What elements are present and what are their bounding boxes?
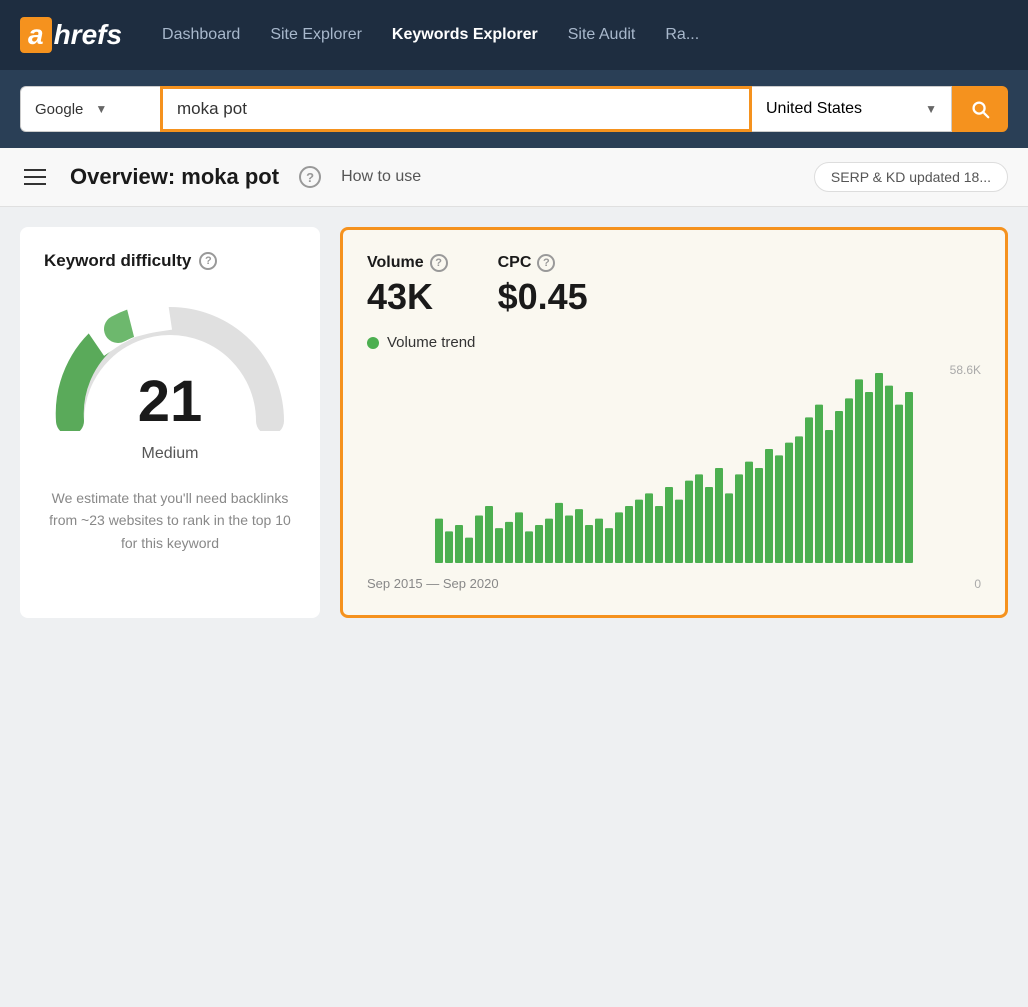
cards-row: Keyword difficulty ? [20, 227, 1008, 618]
logo[interactable]: a hrefs [20, 17, 122, 53]
search-icon [969, 98, 991, 120]
kd-description: We estimate that you'll need backlinks f… [44, 487, 296, 554]
volume-help-icon[interactable]: ? [430, 254, 448, 272]
help-icon[interactable]: ? [299, 166, 321, 188]
page-title: Overview: moka pot [70, 164, 279, 190]
kd-label: Medium [142, 445, 199, 463]
nav-rank-tracker[interactable]: Ra... [665, 26, 699, 44]
overview-bar: Overview: moka pot ? How to use SERP & K… [0, 148, 1028, 207]
kd-value: 21 [138, 373, 203, 431]
volume-value: 43K [367, 276, 448, 318]
chart-labels: Sep 2015 — Sep 2020 [367, 576, 981, 591]
kd-card: Keyword difficulty ? [20, 227, 320, 618]
cpc-value: $0.45 [498, 276, 588, 318]
cpc-label: CPC [498, 254, 532, 272]
volume-label-row: Volume ? [367, 254, 448, 272]
nav-dashboard[interactable]: Dashboard [162, 26, 240, 44]
volume-card: Volume ? 43K CPC ? $0.45 Volume trend [340, 227, 1008, 618]
kd-help-icon[interactable]: ? [199, 252, 217, 270]
search-bar: Google ▼ United States ▼ [0, 70, 1028, 148]
main-content: Keyword difficulty ? [0, 207, 1028, 1007]
country-select[interactable]: United States ▼ [752, 86, 952, 132]
logo-a-letter: a [20, 17, 52, 53]
gauge-container: 21 [50, 291, 290, 431]
engine-select[interactable]: Google ▼ [20, 86, 160, 132]
navbar: a hrefs Dashboard Site Explorer Keywords… [0, 0, 1028, 70]
volume-trend-row: Volume trend [367, 334, 981, 351]
nav-site-explorer[interactable]: Site Explorer [270, 26, 362, 44]
hamburger-line-2 [24, 176, 46, 178]
cpc-help-icon[interactable]: ? [537, 254, 555, 272]
volume-metric: Volume ? 43K [367, 254, 448, 318]
cpc-metric: CPC ? $0.45 [498, 254, 588, 318]
hamburger-line-3 [24, 183, 46, 185]
engine-label: Google [35, 101, 83, 118]
country-label: United States [766, 100, 862, 118]
search-button[interactable] [952, 86, 1008, 132]
search-input-wrapper [160, 86, 752, 132]
chart-max-label: 58.6K [950, 363, 981, 377]
kd-title-row: Keyword difficulty ? [44, 251, 217, 271]
serp-update-badge: SERP & KD updated 18... [814, 162, 1008, 192]
volume-label: Volume [367, 254, 424, 272]
chart-zero-label: 0 [974, 577, 981, 591]
hamburger-line-1 [24, 169, 46, 171]
kd-title: Keyword difficulty [44, 251, 191, 271]
how-to-use-link[interactable]: How to use [341, 168, 421, 186]
volume-chart [367, 363, 981, 563]
nav-keywords-explorer[interactable]: Keywords Explorer [392, 26, 538, 44]
trend-dot-icon [367, 337, 379, 349]
chart-area: 58.6K 0 Sep 2015 — Sep 2020 [367, 363, 981, 591]
trend-label: Volume trend [387, 334, 475, 351]
hamburger-menu[interactable] [20, 165, 50, 189]
nav-site-audit[interactable]: Site Audit [568, 26, 636, 44]
country-chevron-icon: ▼ [925, 102, 937, 116]
cpc-label-row: CPC ? [498, 254, 588, 272]
volume-top: Volume ? 43K CPC ? $0.45 [367, 254, 981, 318]
search-input[interactable] [163, 99, 749, 119]
chart-start-label: Sep 2015 — Sep 2020 [367, 576, 499, 591]
engine-chevron-icon: ▼ [95, 102, 107, 116]
logo-hrefs-text: hrefs [54, 19, 122, 51]
